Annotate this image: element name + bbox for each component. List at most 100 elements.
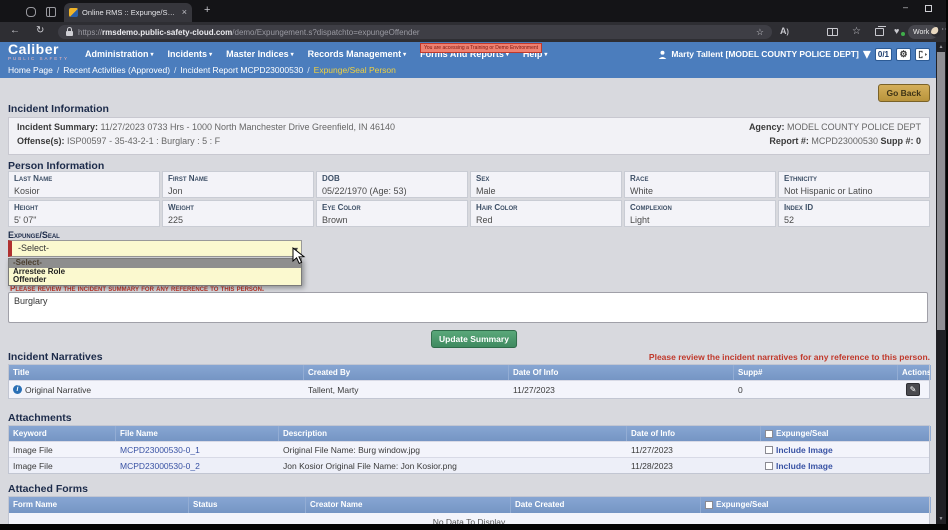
app-logo: Caliber PUBLIC SAFETY <box>8 45 69 63</box>
narratives-table: Title Created By Date Of Info Supp# Acti… <box>8 364 930 399</box>
offenses-value: ISP00597 - 35-43-2-1 : Burglary : 5 : F <box>67 136 220 146</box>
page-scrollbar[interactable]: ▲ ▼ <box>936 42 946 524</box>
include-image-label[interactable]: Include Image <box>776 461 833 471</box>
person-field-sex: SexMale <box>470 171 622 198</box>
report-number-label: Report #: <box>769 136 809 146</box>
browser-tab-bar: Online RMS :: Expunge/Seal Offe × + – <box>0 0 948 22</box>
favorites-icon[interactable]: ☆ <box>852 26 861 37</box>
person-field-complexion: ComplexionLight <box>624 200 776 227</box>
attachment-file-link[interactable]: MCPD23000530-0_1 <box>116 442 279 457</box>
essentials-status-dot <box>901 32 905 36</box>
workspaces-icon[interactable] <box>26 7 36 17</box>
mouse-cursor <box>292 247 308 265</box>
incident-summary-value: 11/27/2023 0733 Hrs - 1000 North Manches… <box>101 122 396 132</box>
column-status: Status <box>189 497 306 513</box>
scrollbar-thumb[interactable] <box>937 52 945 330</box>
read-aloud-icon[interactable]: A <box>780 26 789 36</box>
breadcrumb-separator: / <box>174 65 176 75</box>
tab-actions-icon[interactable] <box>46 7 56 17</box>
browser-tab[interactable]: Online RMS :: Expunge/Seal Offe × <box>64 3 192 22</box>
narrative-date: 11/27/2023 <box>509 381 734 398</box>
person-field-last-name: Last NameKosior <box>8 171 160 198</box>
expunge-seal-select[interactable]: -Select- ▾ <box>8 240 302 257</box>
attachment-date: 11/27/2023 <box>627 442 761 457</box>
task-counter-button[interactable]: 0/1 <box>875 48 892 61</box>
back-icon[interactable]: ← <box>10 25 20 36</box>
person-field-ethnicity: EthnicityNot Hispanic or Latino <box>778 171 930 198</box>
current-user[interactable]: Marty Tallent [MODEL COUNTY POLICE DEPT] <box>671 49 859 59</box>
column-form-name: Form Name <box>9 497 189 513</box>
include-image-checkbox[interactable] <box>765 462 773 470</box>
narrative-supp: 0 <box>734 381 898 398</box>
column-supp: Supp# <box>734 365 898 380</box>
menu-administration[interactable]: Administration▾ <box>85 49 154 59</box>
person-field-index-id: Index ID52 <box>778 200 930 227</box>
url-text: https://rmsdemo.public-safety-cloud.com/… <box>78 28 751 37</box>
chevron-down-icon: ▾ <box>403 52 406 58</box>
include-image-checkbox[interactable] <box>765 446 773 454</box>
edit-narrative-icon[interactable]: ✎ <box>906 383 920 396</box>
site-favicon <box>69 8 78 17</box>
forms-expunge-seal-checkbox[interactable] <box>705 501 713 509</box>
supp-number-label: Supp #: <box>880 136 913 146</box>
browser-essentials-icon[interactable]: ♥ <box>894 26 899 36</box>
breadcrumb-home[interactable]: Home Page <box>8 65 53 75</box>
profile-avatar <box>931 27 941 37</box>
tab-close-icon[interactable]: × <box>182 8 187 17</box>
refresh-icon[interactable]: ↻ <box>36 25 44 36</box>
incident-information-panel: Incident Summary: 11/27/2023 0733 Hrs - … <box>8 117 930 155</box>
attachment-description: Jon Kosior Original File Name: Jon Kosio… <box>279 458 627 473</box>
user-icon <box>658 50 667 59</box>
column-created-by: Created By <box>304 365 509 380</box>
menu-master-indices[interactable]: Master Indices▾ <box>226 49 294 59</box>
attachment-file-link[interactable]: MCPD23000530-0_2 <box>116 458 279 473</box>
supp-number-value: 0 <box>916 136 921 146</box>
column-description: Description <box>279 426 627 441</box>
attachment-keyword: Image File <box>9 458 116 473</box>
window-minimize-button[interactable]: – <box>903 2 908 12</box>
breadcrumb-current: Expunge/Seal Person <box>314 65 396 75</box>
column-creator-name: Creator Name <box>306 497 511 513</box>
option-offender[interactable]: Offender <box>9 276 301 285</box>
menu-incidents[interactable]: Incidents▾ <box>168 49 213 59</box>
attachment-date: 11/28/2023 <box>627 458 761 473</box>
address-bar[interactable]: https://rmsdemo.public-safety-cloud.com/… <box>58 25 772 39</box>
column-expunge-seal: Expunge/Seal <box>776 426 828 441</box>
info-icon[interactable]: i <box>13 385 22 394</box>
https-lock-icon[interactable] <box>66 31 73 36</box>
window-restore-button[interactable] <box>925 5 932 12</box>
settings-gear-icon[interactable]: ⚙ <box>896 48 911 61</box>
logout-icon[interactable] <box>915 48 930 61</box>
column-att-date: Date of Info <box>627 426 761 441</box>
chevron-down-icon: ▾ <box>209 52 212 58</box>
agency-label: Agency: <box>749 122 785 132</box>
collections-icon[interactable] <box>875 28 884 36</box>
window-bottom-edge <box>0 524 948 530</box>
breadcrumb-incident-report[interactable]: Incident Report MCPD23000530 <box>180 65 303 75</box>
go-back-button[interactable]: Go Back <box>878 84 931 102</box>
summary-textarea[interactable]: Burglary <box>8 292 928 323</box>
person-field-height: Height5' 07" <box>8 200 160 227</box>
column-keyword: Keyword <box>9 426 116 441</box>
profile-label: Work <box>913 29 929 36</box>
attached-forms-title: Attached Forms <box>8 483 88 495</box>
breadcrumb-recent-activities[interactable]: Recent Activities (Approved) <box>63 65 170 75</box>
new-tab-button[interactable]: + <box>204 4 210 16</box>
update-summary-button[interactable]: Update Summary <box>431 330 517 348</box>
attachment-description: Original File Name: Burg window.jpg <box>279 442 627 457</box>
profile-chip[interactable]: Work <box>908 25 938 39</box>
scroll-down-icon[interactable]: ▼ <box>936 516 946 522</box>
bookmark-star-icon[interactable]: ☆ <box>756 27 764 38</box>
offenses-label: Offense(s): <box>17 136 65 146</box>
menu-records-management[interactable]: Records Management▾ <box>308 49 407 59</box>
include-image-label[interactable]: Include Image <box>776 445 833 455</box>
column-file-name: File Name <box>116 426 279 441</box>
column-title: Title <box>9 365 304 380</box>
expunge-seal-all-checkbox[interactable] <box>765 430 773 438</box>
chevron-down-icon[interactable]: ▾ <box>863 44 871 64</box>
attachments-table: Keyword File Name Description Date of In… <box>8 425 930 474</box>
chevron-down-icon: ▾ <box>151 52 154 58</box>
option-arrestee-role[interactable]: Arrestee Role <box>9 268 301 277</box>
split-screen-icon[interactable] <box>827 28 838 36</box>
scroll-up-icon[interactable]: ▲ <box>936 44 946 50</box>
